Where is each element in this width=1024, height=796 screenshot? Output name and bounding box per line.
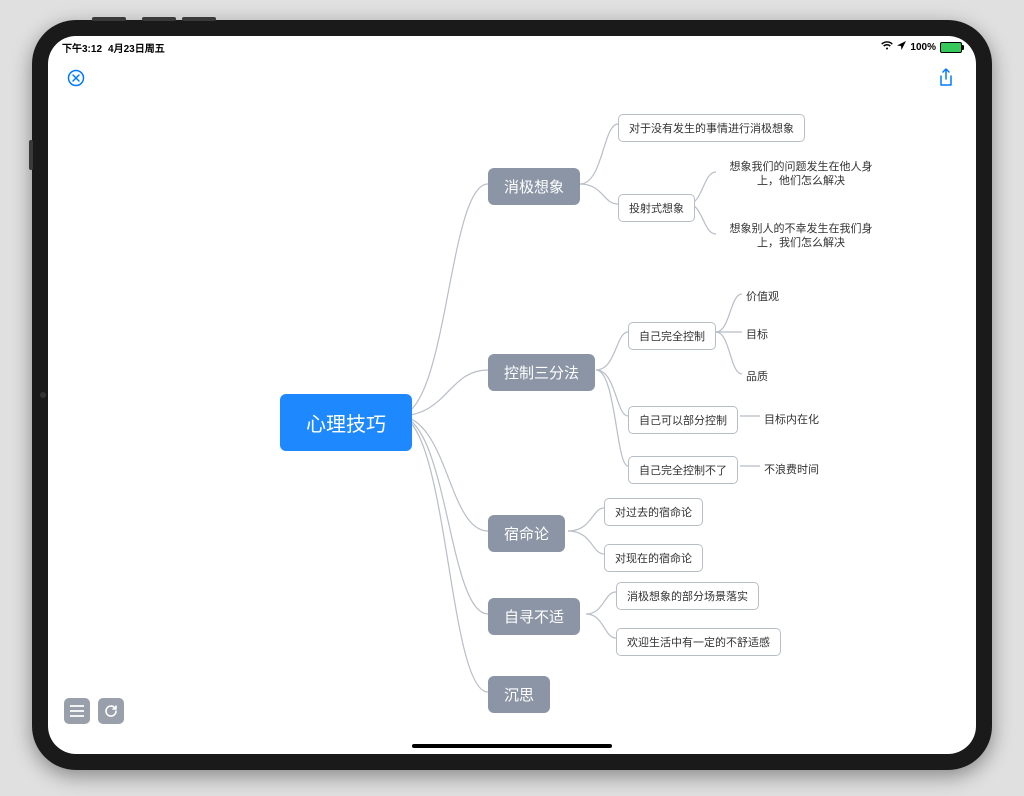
leaf-no-control[interactable]: 自己完全控制不了 (628, 456, 738, 484)
leaf-goals[interactable]: 目标 (742, 324, 772, 344)
leaf-values[interactable]: 价值观 (742, 286, 783, 306)
leaf-present-fatalism[interactable]: 对现在的宿命论 (604, 544, 703, 572)
mindmap-canvas[interactable]: 心理技巧 消极想象 对于没有发生的事情进行消极想象 投射式想象 想象我们的问题发… (48, 36, 976, 754)
leaf-past-fatalism[interactable]: 对过去的宿命论 (604, 498, 703, 526)
ipad-frame: 下午3:12 4月23日周五 100% (32, 20, 992, 770)
sync-button[interactable] (98, 698, 124, 724)
leaf-quality[interactable]: 品质 (742, 366, 772, 386)
leaf-projection[interactable]: 投射式想象 (618, 194, 695, 222)
leaf-neg-0[interactable]: 对于没有发生的事情进行消极想象 (618, 114, 805, 142)
leaf-full-control[interactable]: 自己完全控制 (628, 322, 716, 350)
leaf-partial-control[interactable]: 自己可以部分控制 (628, 406, 738, 434)
root-node[interactable]: 心理技巧 (280, 394, 412, 451)
branch-self-discomfort[interactable]: 自寻不适 (488, 598, 580, 635)
camera-dot (40, 392, 46, 398)
volume-down-button (182, 17, 216, 21)
leaf-projection-0[interactable]: 想象我们的问题发生在他人身上，他们怎么解决 (716, 158, 886, 191)
branch-negative-visualization[interactable]: 消极想象 (488, 168, 580, 205)
branch-trichotomy[interactable]: 控制三分法 (488, 354, 595, 391)
connectors (48, 36, 976, 754)
leaf-projection-1[interactable]: 想象别人的不幸发生在我们身上，我们怎么解决 (716, 220, 886, 253)
branch-fatalism[interactable]: 宿命论 (488, 515, 565, 552)
branch-meditation[interactable]: 沉思 (488, 676, 550, 713)
screen: 下午3:12 4月23日周五 100% (48, 36, 976, 754)
outline-button[interactable] (64, 698, 90, 724)
side-button (29, 140, 33, 170)
leaf-internalize[interactable]: 目标内在化 (760, 409, 823, 429)
leaf-no-waste[interactable]: 不浪费时间 (760, 459, 823, 479)
leaf-welcome-discomfort[interactable]: 欢迎生活中有一定的不舒适感 (616, 628, 781, 656)
leaf-practice-neg[interactable]: 消极想象的部分场景落实 (616, 582, 759, 610)
volume-up-button (142, 17, 176, 21)
power-button (92, 17, 126, 21)
home-indicator (412, 744, 612, 748)
